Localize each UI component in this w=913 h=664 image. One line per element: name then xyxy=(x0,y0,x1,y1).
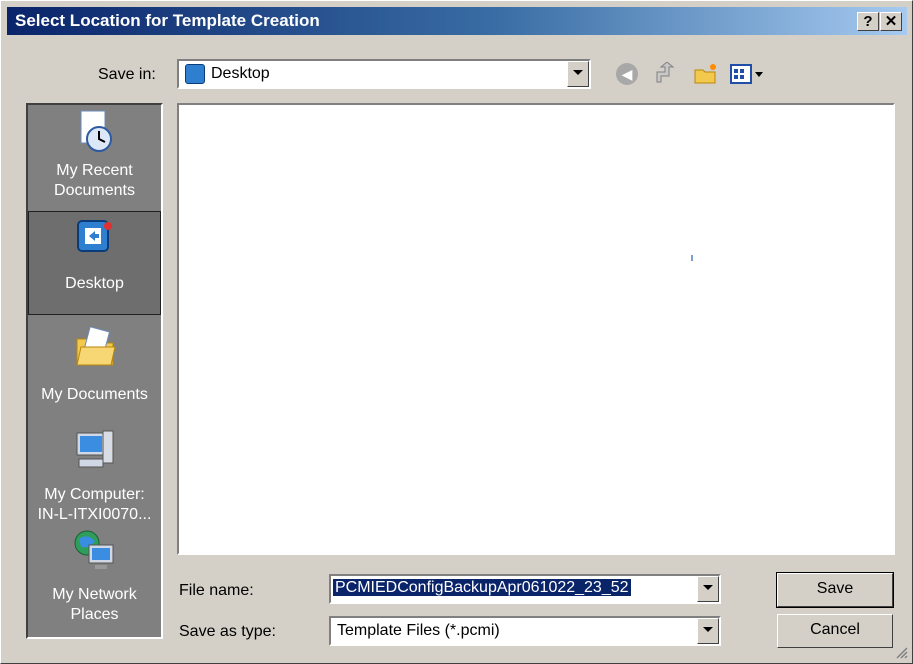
place-label-line1: My Documents xyxy=(41,386,148,403)
place-label-line1: My Computer: xyxy=(44,486,145,503)
save-as-type-dropdown[interactable]: Template Files (*.pcmi) xyxy=(329,616,721,646)
stray-mark xyxy=(691,255,693,261)
network-places-icon xyxy=(28,529,161,583)
save-in-value: Desktop xyxy=(211,65,270,82)
help-button[interactable]: ? xyxy=(857,12,879,31)
title-bar[interactable]: Select Location for Template Creation ? … xyxy=(7,7,907,35)
place-label-line2: Places xyxy=(70,606,119,623)
dialog-title: Select Location for Template Creation xyxy=(15,11,320,30)
place-my-network-places[interactable]: My Network Places xyxy=(28,529,161,631)
resize-grip[interactable] xyxy=(894,645,908,659)
place-desktop[interactable]: Desktop xyxy=(28,211,161,315)
desktop-icon xyxy=(29,212,160,262)
places-bar: My Recent Documents Desktop My Documents… xyxy=(26,103,163,639)
my-documents-icon xyxy=(28,321,161,375)
file-name-field[interactable]: PCMIEDConfigBackupApr061022_23_52 xyxy=(329,574,721,604)
place-label-line2: IN-L-ITXI0070... xyxy=(37,506,152,523)
file-list-view[interactable] xyxy=(177,103,895,555)
file-name-label: File name: xyxy=(179,582,254,599)
place-label-line1: Desktop xyxy=(65,275,124,292)
save-button[interactable]: Save xyxy=(776,572,894,608)
file-name-dropdown-arrow[interactable] xyxy=(697,576,719,602)
views-menu-icon[interactable] xyxy=(729,63,765,85)
cancel-button[interactable]: Cancel xyxy=(777,614,893,648)
save-in-dropdown-arrow[interactable] xyxy=(567,61,589,87)
save-as-type-dropdown-arrow[interactable] xyxy=(697,618,719,644)
file-name-value: PCMIEDConfigBackupApr061022_23_52 xyxy=(333,579,631,596)
save-as-type-label: Save as type: xyxy=(179,623,276,640)
place-my-documents[interactable]: My Documents xyxy=(28,321,161,421)
save-in-dropdown[interactable]: Desktop xyxy=(177,59,591,89)
desktop-small-icon xyxy=(185,64,205,84)
place-label-line1: My Recent xyxy=(56,162,133,179)
recent-documents-icon xyxy=(28,109,161,161)
my-computer-icon xyxy=(28,423,161,479)
close-button[interactable]: ✕ xyxy=(880,12,902,31)
place-my-recent-documents[interactable]: My Recent Documents xyxy=(28,109,161,211)
save-dialog: Select Location for Template Creation ? … xyxy=(0,0,913,664)
place-label-line2: Documents xyxy=(54,182,135,199)
place-my-computer[interactable]: My Computer: IN-L-ITXI0070... xyxy=(28,423,161,525)
place-label-line1: My Network xyxy=(52,586,137,603)
save-as-type-value: Template Files (*.pcmi) xyxy=(337,622,500,639)
back-arrow-icon[interactable]: ◀ xyxy=(616,63,638,85)
save-in-label: Save in: xyxy=(98,66,156,83)
new-folder-icon[interactable] xyxy=(693,62,719,86)
up-folder-icon[interactable] xyxy=(653,61,677,86)
